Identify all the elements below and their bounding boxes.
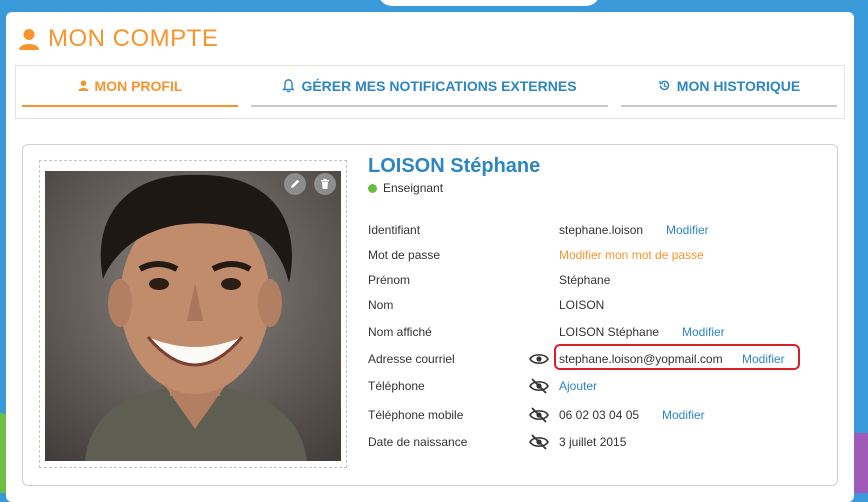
field-label: Identifiant bbox=[368, 223, 421, 237]
profile-role: Enseignant bbox=[368, 181, 443, 195]
field-label: Date de naissance bbox=[368, 435, 468, 449]
field-label: Nom affiché bbox=[368, 325, 432, 339]
user-icon bbox=[78, 80, 89, 91]
field-adresse-courriel: Adresse courriel stephane.loison@yopmail… bbox=[368, 344, 828, 370]
field-telephone: Téléphone Ajouter bbox=[368, 378, 828, 397]
eye-icon[interactable] bbox=[529, 351, 549, 367]
field-value: Stéphane bbox=[559, 273, 611, 287]
avatar bbox=[45, 171, 341, 461]
profile-photo bbox=[45, 171, 341, 461]
field-date-de-naissance: Date de naissance 3 juillet 2015 bbox=[368, 434, 828, 453]
field-label: Téléphone mobile bbox=[368, 408, 464, 422]
pencil-icon bbox=[291, 179, 300, 188]
background-decoration bbox=[378, 0, 600, 6]
field-label: Adresse courriel bbox=[368, 352, 455, 366]
modify-mobile-link[interactable]: Modifier bbox=[662, 408, 705, 422]
field-value: stephane.loison bbox=[559, 223, 644, 237]
eye-off-icon[interactable] bbox=[529, 434, 549, 450]
page-title-text: MON COMPTE bbox=[48, 25, 219, 52]
status-dot bbox=[368, 183, 377, 193]
modify-identifiant-link[interactable]: Modifier bbox=[666, 223, 709, 237]
field-value: 3 juillet 2015 bbox=[559, 435, 627, 449]
main-panel: MON COMPTE MON PROFIL GÉRER MES NOTIFICA… bbox=[6, 12, 854, 502]
field-prenom: Prénom Stéphane bbox=[368, 273, 828, 291]
history-icon bbox=[658, 80, 670, 91]
tab-historique[interactable]: MON HISTORIQUE bbox=[621, 66, 837, 107]
tab-label: GÉRER MES NOTIFICATIONS EXTERNES bbox=[301, 77, 577, 94]
add-telephone-link[interactable]: Ajouter bbox=[559, 379, 597, 393]
field-label: Mot de passe bbox=[368, 248, 441, 262]
field-value: LOISON Stéphane bbox=[559, 325, 660, 339]
tab-label: MON PROFIL bbox=[94, 77, 183, 94]
profile-name: LOISON Stéphane bbox=[368, 155, 541, 177]
role-text: Enseignant bbox=[383, 181, 444, 195]
background-decoration-right bbox=[854, 433, 868, 493]
field-nom-affiche: Nom affiché LOISON Stéphane Modifier bbox=[368, 325, 828, 343]
profile-card: LOISON Stéphane Enseignant Identifiant s… bbox=[22, 144, 838, 486]
field-nom: Nom LOISON bbox=[368, 298, 828, 316]
field-label: Prénom bbox=[368, 273, 411, 287]
field-value: LOISON bbox=[559, 298, 605, 312]
user-icon bbox=[19, 29, 39, 50]
tab-notifications[interactable]: GÉRER MES NOTIFICATIONS EXTERNES bbox=[251, 66, 608, 107]
modify-password-link[interactable]: Modifier mon mot de passe bbox=[559, 248, 704, 262]
field-value: stephane.loison@yopmail.com bbox=[559, 352, 723, 366]
field-label: Téléphone bbox=[368, 379, 425, 393]
field-value: 06 02 03 04 05 bbox=[559, 408, 640, 422]
modify-email-link[interactable]: Modifier bbox=[742, 352, 785, 366]
photo-frame bbox=[39, 160, 347, 468]
edit-photo-button[interactable] bbox=[284, 173, 306, 195]
trash-icon bbox=[321, 178, 329, 189]
field-identifiant: Identifiant stephane.loison Modifier bbox=[368, 223, 828, 241]
eye-off-icon[interactable] bbox=[529, 407, 549, 423]
tabs-bar: MON PROFIL GÉRER MES NOTIFICATIONS EXTER… bbox=[15, 65, 845, 119]
tab-label: MON HISTORIQUE bbox=[676, 77, 801, 94]
modify-nom-affiche-link[interactable]: Modifier bbox=[682, 325, 725, 339]
page-title: MON COMPTE bbox=[18, 25, 218, 53]
bell-icon bbox=[282, 78, 296, 92]
delete-photo-button[interactable] bbox=[314, 173, 336, 195]
tab-mon-profil[interactable]: MON PROFIL bbox=[22, 66, 238, 107]
field-telephone-mobile: Téléphone mobile 06 02 03 04 05 Modifier bbox=[368, 407, 828, 426]
field-mot-de-passe: Mot de passe Modifier mon mot de passe bbox=[368, 248, 828, 266]
field-label: Nom bbox=[368, 298, 394, 312]
eye-off-icon[interactable] bbox=[529, 378, 549, 394]
